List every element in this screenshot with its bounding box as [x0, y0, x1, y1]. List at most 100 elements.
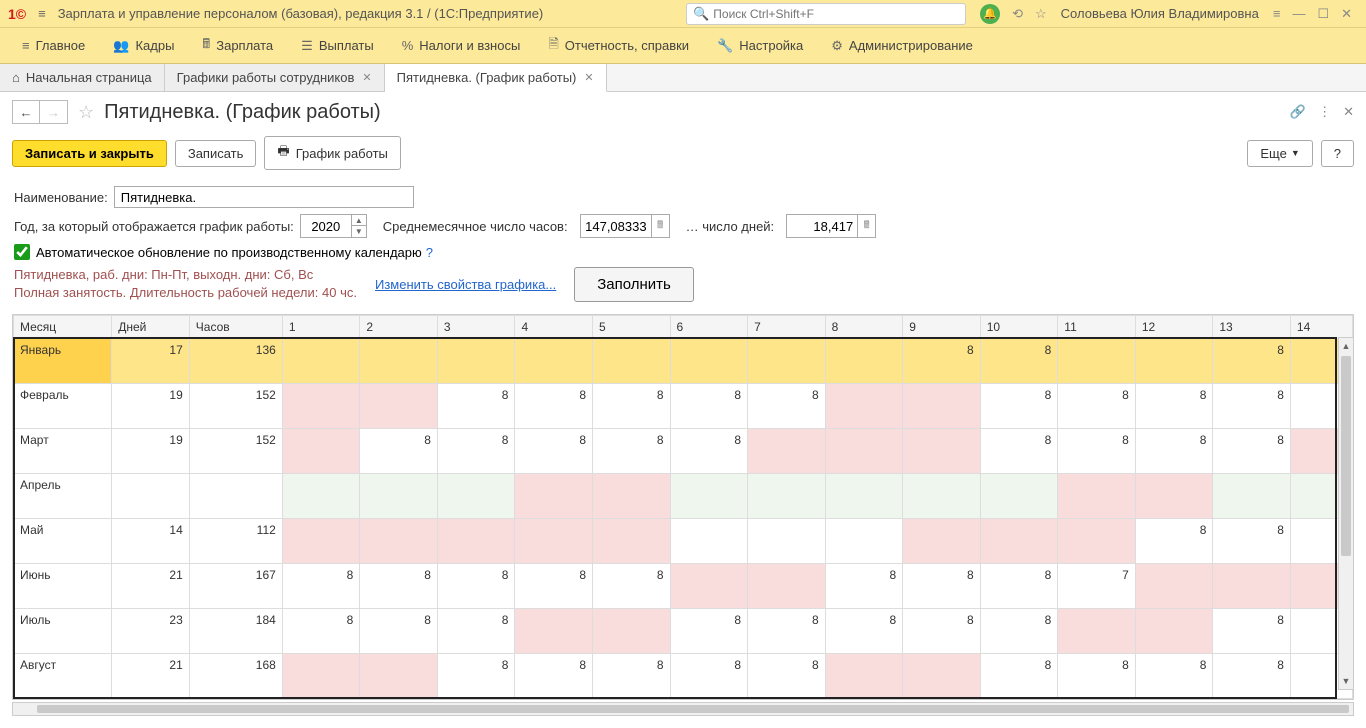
day-cell[interactable]	[593, 609, 671, 654]
tab[interactable]: Графики работы сотрудников✕	[165, 64, 385, 91]
day-cell[interactable]	[980, 519, 1058, 564]
calculator-icon[interactable]: 🖩	[857, 215, 875, 237]
day-cell[interactable]: 8	[437, 384, 515, 429]
vertical-scrollbar[interactable]: ▲ ▼	[1338, 337, 1354, 690]
day-cell[interactable]: 8	[825, 609, 903, 654]
year-spinner[interactable]: ▲▼	[300, 214, 367, 238]
day-cell[interactable]	[748, 519, 826, 564]
day-cell[interactable]: 8	[593, 654, 671, 699]
column-header[interactable]: Месяц	[14, 316, 112, 339]
day-cell[interactable]: 8	[980, 609, 1058, 654]
day-cell[interactable]: 8	[593, 564, 671, 609]
tab[interactable]: ⌂Начальная страница	[0, 64, 165, 91]
close-window-icon[interactable]: ✕	[1341, 6, 1352, 22]
day-cell[interactable]: 8	[670, 384, 748, 429]
day-cell[interactable]	[437, 474, 515, 519]
close-tab-icon[interactable]: ✕	[362, 71, 371, 84]
column-header[interactable]: 4	[515, 316, 593, 339]
day-cell[interactable]: 8	[748, 384, 826, 429]
day-cell[interactable]	[1135, 474, 1213, 519]
day-cell[interactable]	[670, 339, 748, 384]
menu-kadry[interactable]: 👥Кадры	[99, 28, 188, 64]
day-cell[interactable]: 8	[903, 564, 981, 609]
day-cell[interactable]: 8	[1058, 384, 1136, 429]
day-cell[interactable]: 8	[515, 654, 593, 699]
day-cell[interactable]	[825, 474, 903, 519]
day-cell[interactable]	[515, 609, 593, 654]
day-cell[interactable]: 8	[1135, 654, 1213, 699]
year-input[interactable]	[301, 219, 351, 234]
table-row[interactable]: Август21168888888888	[14, 654, 1353, 699]
day-cell[interactable]: 8	[670, 609, 748, 654]
table-row[interactable]: Апрель	[14, 474, 1353, 519]
day-cell[interactable]	[1058, 474, 1136, 519]
menu-main[interactable]: ≡Главное	[8, 28, 99, 64]
settings-icon[interactable]: ≡	[1273, 6, 1281, 21]
menu-admin[interactable]: ⚙Администрирование	[817, 28, 987, 64]
day-cell[interactable]: 8	[360, 609, 438, 654]
day-cell[interactable]: 8	[360, 564, 438, 609]
help-button[interactable]: ?	[1321, 140, 1354, 167]
day-cell[interactable]	[903, 429, 981, 474]
change-properties-link[interactable]: Изменить свойства графика...	[375, 277, 556, 292]
spin-up-icon[interactable]: ▲	[352, 215, 366, 226]
global-search[interactable]: 🔍	[686, 3, 966, 25]
scroll-down-icon[interactable]: ▼	[1339, 673, 1353, 689]
day-cell[interactable]	[1135, 609, 1213, 654]
day-cell[interactable]	[1058, 609, 1136, 654]
day-cell[interactable]	[670, 564, 748, 609]
column-header[interactable]: 13	[1213, 316, 1291, 339]
horizontal-scrollbar[interactable]	[12, 702, 1354, 716]
search-input[interactable]	[713, 7, 959, 21]
help-hint-icon[interactable]: ?	[426, 245, 433, 260]
favorite-star-icon[interactable]: ☆	[78, 102, 94, 123]
hamburger-icon[interactable]: ≡	[38, 6, 46, 21]
tab[interactable]: Пятидневка. (График работы)✕	[385, 64, 607, 92]
day-cell[interactable]: 8	[1213, 339, 1291, 384]
day-cell[interactable]	[360, 474, 438, 519]
column-header[interactable]: 6	[670, 316, 748, 339]
day-cell[interactable]: 8	[515, 384, 593, 429]
day-cell[interactable]	[825, 429, 903, 474]
day-cell[interactable]	[593, 474, 671, 519]
minimize-icon[interactable]: —	[1292, 6, 1305, 21]
day-cell[interactable]: 8	[593, 384, 671, 429]
scroll-thumb[interactable]	[1341, 356, 1351, 556]
day-cell[interactable]	[515, 519, 593, 564]
day-cell[interactable]	[360, 384, 438, 429]
day-cell[interactable]	[825, 384, 903, 429]
day-cell[interactable]	[282, 339, 360, 384]
menu-otchet[interactable]: 🗎Отчетность, справки	[534, 28, 703, 64]
close-page-icon[interactable]: ✕	[1343, 104, 1354, 120]
day-cell[interactable]	[825, 339, 903, 384]
day-cell[interactable]	[670, 474, 748, 519]
nav-back-button[interactable]: ←	[12, 100, 40, 124]
day-cell[interactable]	[1135, 339, 1213, 384]
table-row[interactable]: Июнь21167888888887	[14, 564, 1353, 609]
day-cell[interactable]: 8	[980, 384, 1058, 429]
table-row[interactable]: Январь17136888	[14, 339, 1353, 384]
day-cell[interactable]: 8	[282, 564, 360, 609]
hscroll-thumb[interactable]	[37, 705, 1349, 713]
day-cell[interactable]	[748, 474, 826, 519]
menu-nalogi[interactable]: %Налоги и взносы	[388, 28, 535, 64]
day-cell[interactable]	[593, 339, 671, 384]
day-cell[interactable]: 8	[825, 564, 903, 609]
scroll-up-icon[interactable]: ▲	[1339, 338, 1353, 354]
column-header[interactable]: Дней	[112, 316, 190, 339]
day-cell[interactable]: 8	[980, 429, 1058, 474]
schedule-button[interactable]: 🖶График работы	[264, 136, 400, 170]
day-cell[interactable]: 8	[437, 609, 515, 654]
day-cell[interactable]	[515, 339, 593, 384]
column-header[interactable]: 5	[593, 316, 671, 339]
more-button[interactable]: Еще▼	[1247, 140, 1312, 167]
column-header[interactable]: 7	[748, 316, 826, 339]
day-cell[interactable]: 8	[980, 654, 1058, 699]
schedule-table[interactable]: МесяцДнейЧасов1234567891011121314 Январь…	[13, 315, 1353, 699]
day-cell[interactable]	[903, 474, 981, 519]
menu-zarplata[interactable]: 🖩Зарплата	[188, 28, 287, 64]
save-close-button[interactable]: Записать и закрыть	[12, 140, 167, 167]
day-cell[interactable]	[282, 654, 360, 699]
column-header[interactable]: 11	[1058, 316, 1136, 339]
table-row[interactable]: Февраль19152888888888	[14, 384, 1353, 429]
